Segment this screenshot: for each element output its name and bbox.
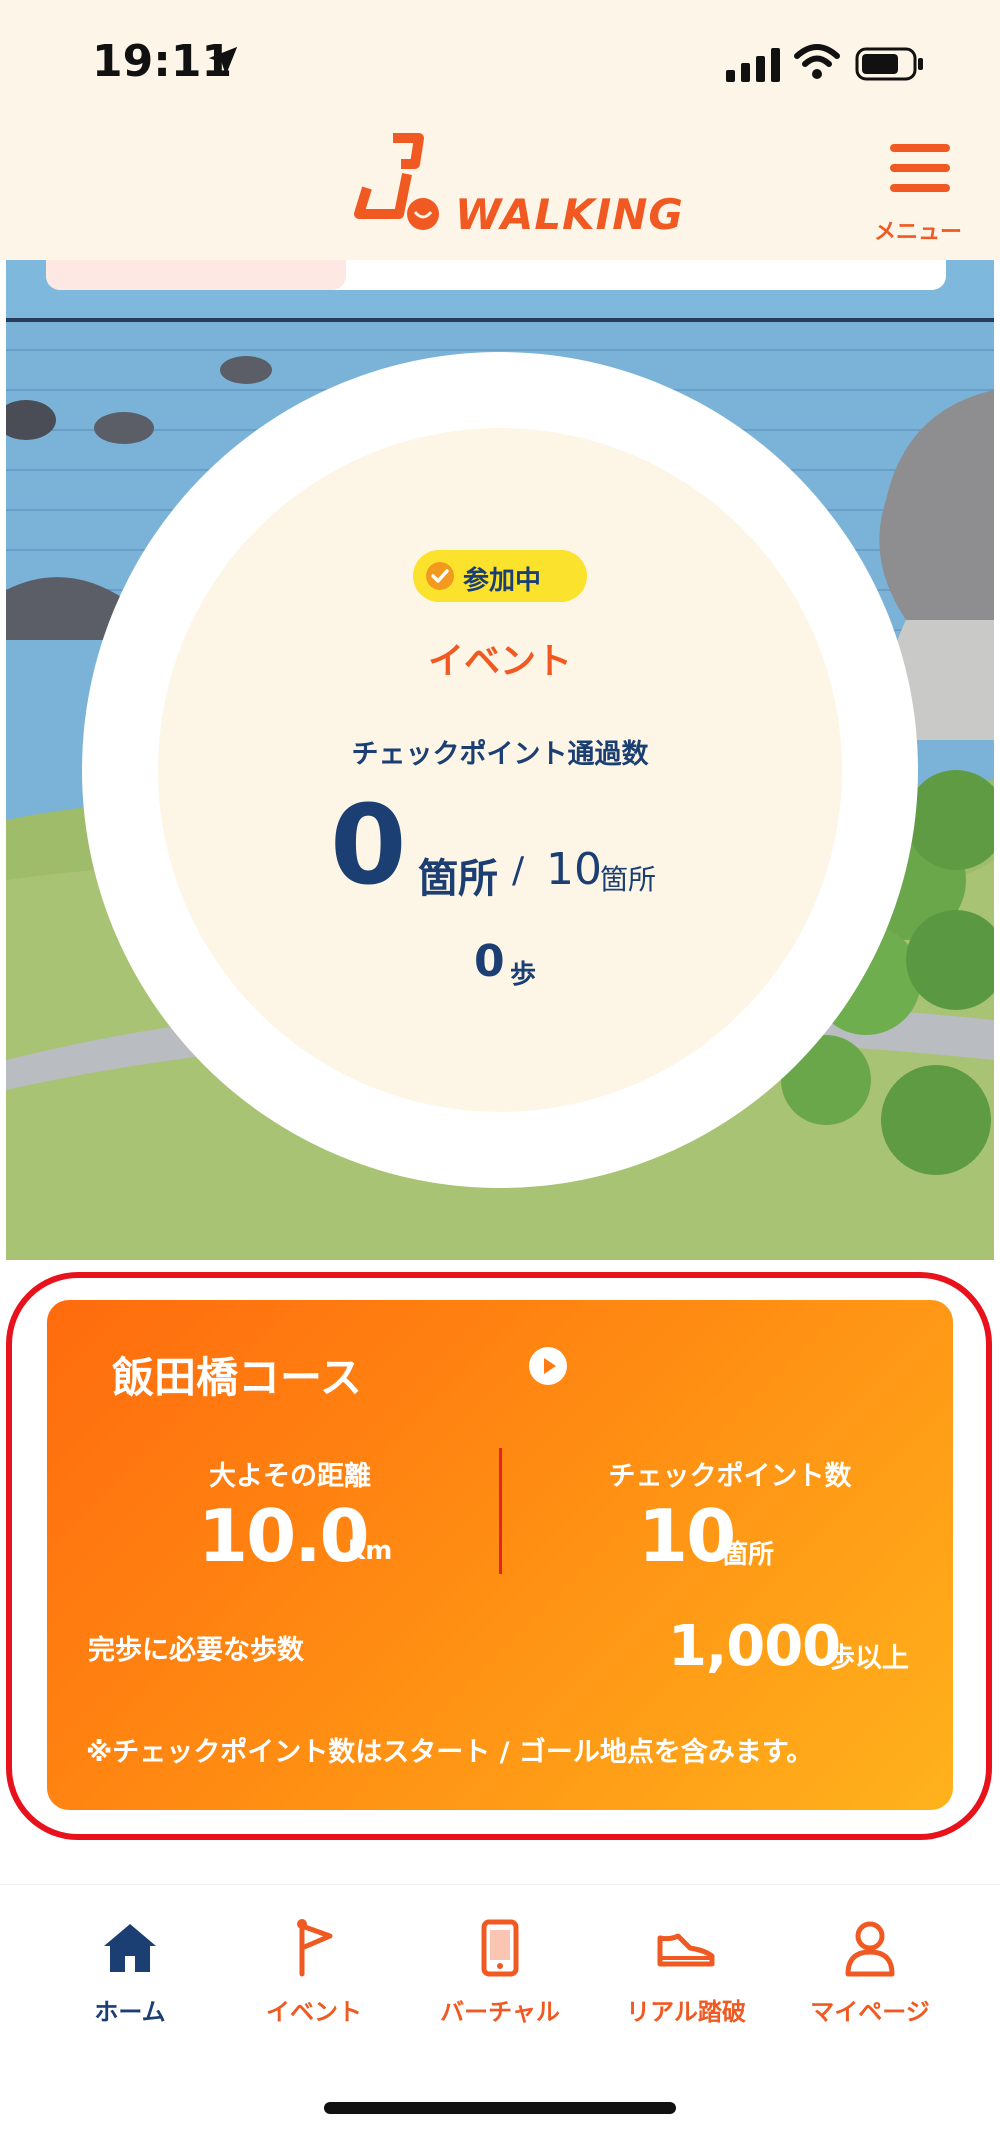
stat-divider	[499, 1448, 502, 1574]
nav-label-home: ホーム	[94, 1998, 166, 2026]
distance-value: 10.0	[198, 1494, 370, 1578]
required-steps-label: 完歩に必要な歩数	[88, 1635, 304, 1666]
checkpoints-label: チェックポイント数	[608, 1461, 852, 1492]
cellular-signal-icon	[726, 48, 780, 82]
event-title: イベント	[427, 641, 572, 682]
required-steps-unit: 歩以上	[828, 1643, 909, 1674]
battery-icon	[855, 47, 923, 81]
checkpoint-passed-label: チェックポイント通過数	[351, 739, 649, 770]
app-logo-text: WALKING	[455, 190, 684, 239]
menu-button[interactable]: メニュー	[868, 138, 968, 248]
distance-unit: km	[348, 1536, 393, 1566]
checkpoint-note: ※チェックポイント数はスタート / ゴール地点を含みます。	[86, 1737, 814, 1768]
nav-item-mypage[interactable]: マイページ	[780, 1908, 960, 2028]
user-icon	[845, 1921, 895, 1977]
nav-label-real: リアル踏破	[626, 1998, 746, 2026]
required-steps-value: 1,000	[668, 1614, 841, 1679]
steps-unit: 歩	[510, 960, 537, 990]
nav-label-virtual: バーチャル	[440, 1998, 560, 2026]
checkpoint-total-unit: 箇所	[600, 863, 657, 896]
home-icon	[104, 1924, 156, 1972]
home-indicator[interactable]	[324, 2102, 676, 2114]
checkpoints-value: 10	[638, 1494, 736, 1578]
checkpoint-total-count: 10	[546, 844, 602, 895]
nav-item-event[interactable]: イベント	[224, 1908, 404, 2028]
nav-label-event: イベント	[266, 1998, 362, 2026]
status-badge-label: 参加中	[463, 566, 542, 596]
check-circle-icon	[426, 562, 454, 590]
nav-label-mypage: マイページ	[810, 1998, 930, 2026]
status-badge: 参加中	[413, 550, 587, 602]
play-icon[interactable]	[528, 1346, 568, 1386]
menu-label: メニュー	[873, 220, 962, 245]
checkpoints-unit: 箇所	[722, 1540, 775, 1570]
nav-item-real[interactable]: リアル踏破	[596, 1908, 776, 2028]
smartphone-icon	[481, 1919, 519, 1977]
checkpoint-passed-unit: 箇所	[418, 856, 498, 902]
flag-icon	[297, 1919, 333, 1977]
steps-value: 0	[474, 936, 505, 987]
nav-item-home[interactable]: ホーム	[40, 1908, 220, 2028]
wifi-icon	[794, 44, 840, 79]
checkpoint-separator: /	[512, 850, 525, 891]
sneaker-icon	[657, 1933, 715, 1967]
nav-item-virtual[interactable]: バーチャル	[410, 1908, 590, 2028]
course-title: 飯田橋コース	[112, 1353, 362, 1402]
distance-label: 大よその距離	[209, 1461, 371, 1492]
checkpoint-passed-count: 0	[330, 781, 407, 909]
location-arrow-icon	[208, 46, 238, 76]
